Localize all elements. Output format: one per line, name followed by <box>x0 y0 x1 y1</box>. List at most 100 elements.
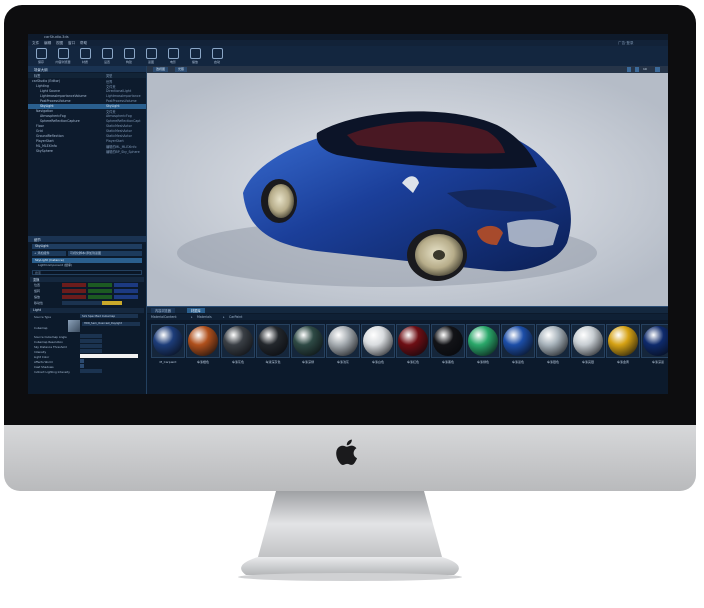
material-tile[interactable]: 车漆深绿 <box>291 324 325 370</box>
grid-size-value[interactable]: 10 <box>643 67 647 71</box>
light-color-label: Light Color <box>34 355 50 359</box>
sky-distance-field[interactable] <box>80 344 102 348</box>
cube-icon <box>123 48 135 59</box>
imac-stand <box>238 491 462 581</box>
perspective-button[interactable]: 透视图 <box>153 67 169 72</box>
material-name: 车漆绿色 <box>476 360 489 364</box>
material-tile[interactable]: 车漆银色 <box>536 324 570 370</box>
actor-name-field[interactable]: SkyLight <box>32 244 142 249</box>
location-x-field[interactable] <box>62 283 86 287</box>
blueprint-button[interactable]: 蓝图 <box>140 48 162 65</box>
material-tile[interactable]: 车漆红色 <box>396 324 430 370</box>
location-fields[interactable] <box>62 283 140 287</box>
rotation-fields[interactable] <box>62 289 140 293</box>
scale-fields[interactable] <box>62 295 140 299</box>
component-child[interactable]: LightComponent (继承) <box>32 263 142 268</box>
material-sphere-icon <box>433 326 463 356</box>
play-button[interactable]: 播放 <box>184 48 206 65</box>
transform-section[interactable]: 变换 <box>30 277 144 282</box>
material-sphere-icon <box>258 326 288 356</box>
material-tile[interactable]: 车漆浅灰 <box>326 324 360 370</box>
material-name: 车漆银色 <box>546 360 559 364</box>
launch-button[interactable]: 启动 <box>206 48 228 65</box>
window-title: carStudio.3ds <box>44 35 69 39</box>
material-tile[interactable]: 车漆橙色 <box>186 324 220 370</box>
material-tile[interactable]: 车漆深灰色 <box>256 324 290 370</box>
material-name: 车漆深蓝 <box>651 360 664 364</box>
angle-field[interactable] <box>80 334 102 338</box>
location-y-field[interactable] <box>88 283 112 287</box>
folder-icon <box>57 48 69 59</box>
material-tile[interactable]: 车漆深蓝 <box>641 324 668 370</box>
breadcrumb-item[interactable]: MaterialContent <box>151 315 177 319</box>
material-tile[interactable]: 车漆绿色 <box>466 324 500 370</box>
materials-button[interactable]: 材质 <box>74 48 96 65</box>
3d-viewport[interactable]: 透视图 光照 10 <box>147 66 668 306</box>
main-toolbar: 保存 内容浏览器 材质 设置 构建 蓝图 电影 播放 启动 <box>28 46 668 67</box>
location-z-field[interactable] <box>114 283 138 287</box>
intensity-field[interactable] <box>80 349 102 353</box>
scale-x-field[interactable] <box>62 295 86 299</box>
cast-shadows-checkbox[interactable] <box>80 364 84 368</box>
source-type-select[interactable]: SLS Specified Cubemap <box>80 314 138 318</box>
material-tile[interactable]: 车漆亮银 <box>571 324 605 370</box>
cinematics-button[interactable]: 电影 <box>162 48 184 65</box>
rotation-z-field[interactable] <box>114 289 138 293</box>
details-search-input[interactable]: 搜索 <box>32 270 142 275</box>
indirect-lighting-field[interactable] <box>80 369 102 373</box>
mobility-label: 移动性 <box>34 301 44 305</box>
mobility-toggle[interactable] <box>62 301 122 305</box>
cubemap-thumbnail[interactable] <box>68 320 80 332</box>
material-sphere-icon <box>608 326 638 356</box>
sphere-icon <box>79 48 91 59</box>
material-name: 车漆白色 <box>371 360 384 364</box>
grid-icon[interactable] <box>635 67 639 72</box>
blueprint-script-button[interactable]: 可视化脚本/添加到蓝图 <box>68 251 142 256</box>
scale-label: 缩放 <box>34 295 41 299</box>
light-section[interactable]: Light <box>30 308 144 313</box>
breadcrumb-item[interactable]: CarPaint <box>229 315 242 319</box>
tab-content-browser[interactable]: 内容浏览器 <box>151 308 175 313</box>
scale-y-field[interactable] <box>88 295 112 299</box>
lit-mode-button[interactable]: 光照 <box>175 67 188 72</box>
tab-material-library[interactable]: 材质库 <box>187 308 205 313</box>
snap-icon[interactable] <box>627 67 631 72</box>
content-browser: 内容浏览器 材质库 MaterialContent ▸ Materials ▸ … <box>147 306 668 394</box>
rotation-x-field[interactable] <box>62 289 86 293</box>
column-type[interactable]: 类型 <box>106 73 112 78</box>
material-name: 车漆红色 <box>406 360 419 364</box>
build-button[interactable]: 构建 <box>118 48 140 65</box>
material-sphere-icon <box>363 326 393 356</box>
material-sphere-icon <box>538 326 568 356</box>
sky-distance-label: Sky Distance Threshold <box>34 345 67 349</box>
material-tile[interactable]: 车漆黑色 <box>431 324 465 370</box>
affects-world-checkbox[interactable] <box>80 359 84 363</box>
material-tile[interactable]: 车漆灰色 <box>221 324 255 370</box>
light-color-swatch[interactable] <box>80 354 138 358</box>
settings-button[interactable]: 设置 <box>96 48 118 65</box>
add-component-button[interactable]: + 添加组件 <box>32 251 66 256</box>
material-sphere-icon <box>573 326 603 356</box>
material-tile[interactable]: 车漆蓝色 <box>501 324 535 370</box>
material-tile[interactable]: 车漆金黄 <box>606 324 640 370</box>
material-tile[interactable]: M_Carpaint <box>151 324 185 370</box>
material-sphere-icon <box>503 326 533 356</box>
material-tile[interactable]: 车漆白色 <box>361 324 395 370</box>
content-browser-button[interactable]: 内容浏览器 <box>52 48 74 65</box>
tree-row[interactable]: SkySphere 编辑的BP_Sky_Sphere <box>28 149 146 154</box>
column-label[interactable]: 标签 <box>34 73 40 78</box>
material-sphere-icon <box>398 326 428 356</box>
save-button[interactable]: 保存 <box>30 48 52 65</box>
breadcrumb-item[interactable]: Materials <box>197 315 212 319</box>
source-type-label: Source Type <box>34 315 51 319</box>
launch-icon <box>211 48 223 59</box>
mobility-selected[interactable] <box>102 301 122 305</box>
cubemap-asset-field[interactable]: HDR_Sam_Overcast_Daylight <box>82 322 140 326</box>
apple-logo-icon <box>336 439 357 466</box>
rotation-y-field[interactable] <box>88 289 112 293</box>
maximize-icon[interactable] <box>655 67 660 72</box>
world-outliner: 场景大纲 标签 类型 carStudio (Editor) 世界 Lighting… <box>28 66 147 247</box>
details-tab[interactable]: 细节 <box>34 237 41 242</box>
resolution-field[interactable] <box>80 339 102 343</box>
scale-z-field[interactable] <box>114 295 138 299</box>
